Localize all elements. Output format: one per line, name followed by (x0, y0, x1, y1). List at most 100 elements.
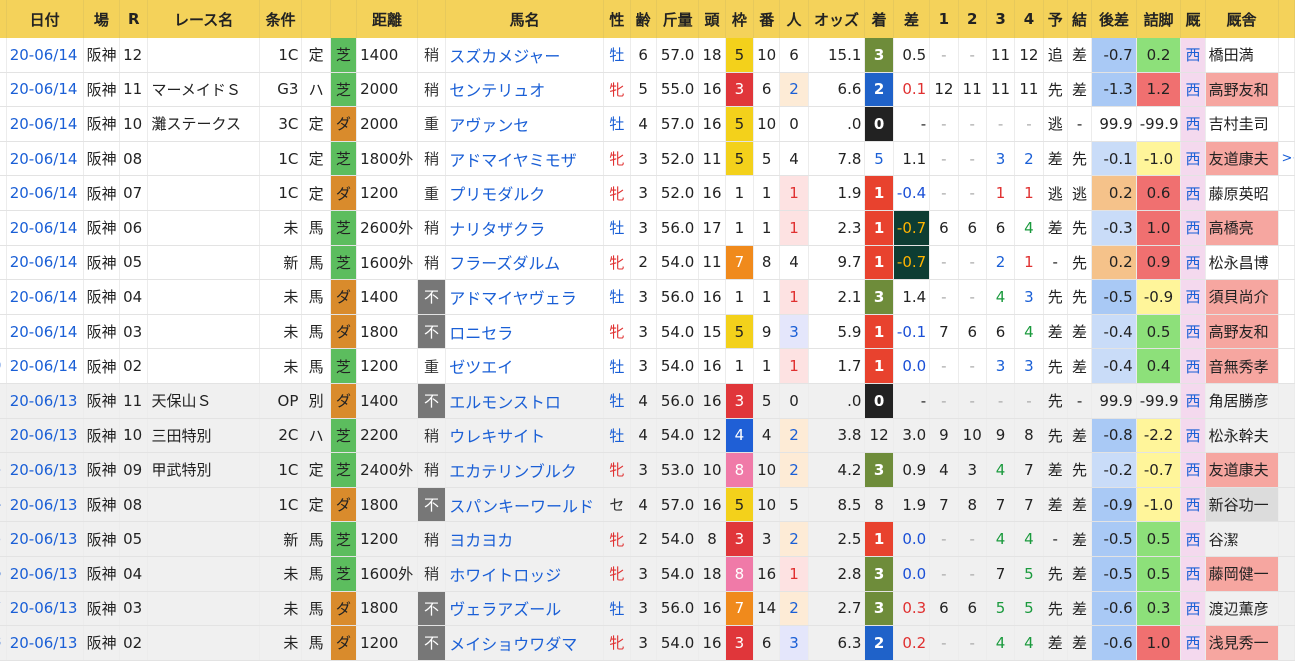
trainer-name[interactable]: 新谷功一 (1205, 487, 1279, 523)
table-row[interactable]: 520-06/13阪神05新馬芝1200稍ヨカヨカ牝254.083322.510… (0, 521, 1295, 557)
trainer-name[interactable]: 高野友和 (1205, 72, 1279, 108)
header-col-distance[interactable]: 距離 (356, 0, 418, 38)
table-row[interactable]: 020-06/14阪神02未馬芝1200重ゼツエイ牡354.0161111.71… (0, 348, 1295, 384)
header-col-finish[interactable]: 詰脚 (1136, 0, 1182, 38)
table-row[interactable]: 220-06/13阪神10三田特別2Cハ芝2200稍ウレキサイト牡454.012… (0, 418, 1295, 454)
race-name[interactable] (147, 38, 260, 73)
horse-name-link[interactable]: エルモンストロ (445, 383, 605, 419)
horse-name-link[interactable]: フラーズダルム (445, 245, 605, 281)
table-row[interactable]: 20-06/14 阪神 07 1C 定ダ 1200 重プリモダルク牝 3 52.0 16 1 1 1 1.… (0, 175, 1295, 211)
race-name[interactable] (147, 210, 260, 246)
horse-name-link[interactable]: スズカメジャー (445, 38, 605, 73)
horse-name-link[interactable]: ゼツエイ (445, 348, 605, 384)
horse-name-link[interactable]: アヴァンセ (445, 106, 605, 142)
header-col-place[interactable]: 着 (864, 0, 894, 38)
table-row[interactable]: 20-06/14 阪神 10 灘ステークス 3C 定ダ 2000 重アヴァンセ牡 4 57.0 16… (0, 106, 1295, 142)
trainer-name[interactable]: 浅見秀一 (1205, 625, 1279, 661)
header-col-corner-2[interactable]: 2 (958, 0, 987, 38)
header-col-popularity[interactable]: 人 (779, 0, 809, 38)
trainer-name[interactable]: 谷潔 (1205, 521, 1279, 557)
header-col-corner-1[interactable]: 1 (929, 0, 959, 38)
race-date[interactable]: 20-06/13 (6, 556, 84, 592)
table-row[interactable]: 20-06/14 阪神 05 新馬芝 1600外稍フラーズダルム牝 2 54.0 11 7 8 4 9… (0, 245, 1295, 281)
horse-name-link[interactable]: ホワイトロッジ (445, 556, 605, 592)
race-date[interactable]: 20-06/14 (6, 38, 84, 73)
race-name[interactable]: 灘ステークス (147, 106, 260, 142)
trainer-name[interactable]: 友道康夫 (1205, 452, 1279, 488)
header-col-heads[interactable]: 頭 (698, 0, 726, 38)
table-row[interactable]: 20-06/14 阪神 03 未馬ダ 1800 不ロニセラ牝 3 54.0 15 5 9 3 5.9 1-… (0, 314, 1295, 350)
table-row[interactable]: 820-06/13阪神02未馬ダ1200不メイショウワダマ牝354.016363… (0, 625, 1295, 661)
table-row[interactable]: 20-06/14 阪神 06 未馬芝 2600外稍ナリタザクラ牡 3 56.0 17 1 1 1 2.… (0, 210, 1295, 246)
header-col-horse[interactable]: 馬名 (445, 0, 605, 38)
race-name[interactable]: 三田特別 (147, 418, 260, 454)
header-col-prediction[interactable]: 予 (1043, 0, 1068, 38)
header-col-race-no[interactable]: R (119, 0, 149, 38)
table-row[interactable]: 320-06/13阪神09甲武特別1C定芝2400外稍エカテリンブルク牝353.… (0, 452, 1295, 488)
horse-name-link[interactable]: スパンキーワールド (445, 487, 605, 523)
race-date[interactable]: 20-06/14 (6, 72, 84, 108)
header-col-trainer[interactable]: 厩舎 (1205, 0, 1279, 38)
trainer-name[interactable]: 高野友和 (1205, 314, 1279, 350)
header-col-waku[interactable]: 枠 (725, 0, 755, 38)
race-date[interactable]: 20-06/14 (6, 210, 84, 246)
trainer-name[interactable]: 友道康夫 (1205, 141, 1279, 177)
race-date[interactable]: 20-06/13 (6, 625, 84, 661)
header-col-number[interactable]: 番 (753, 0, 781, 38)
trainer-name[interactable]: 藤原英昭 (1205, 175, 1279, 211)
table-row[interactable]: 620-06/13阪神04未馬芝1600外稍ホワイトロッジ牝354.018816… (0, 556, 1295, 592)
table-row[interactable]: 720-06/13阪神03未馬ダ1800不ヴェラアズール牡356.0167142… (0, 591, 1295, 627)
horse-name-link[interactable]: アドマイヤミモザ (445, 141, 605, 177)
table-row[interactable]: 20-06/14 阪神 08 1C 定芝 1800外稍アドマイヤミモザ牝 3 52.0 11 5 5… (0, 141, 1295, 177)
header-col-condition[interactable] (417, 0, 447, 38)
race-date[interactable]: 20-06/14 (6, 245, 84, 281)
trainer-name[interactable]: 渡辺薫彦 (1205, 591, 1279, 627)
race-name[interactable] (147, 245, 260, 281)
race-date[interactable]: 20-06/13 (6, 383, 84, 419)
trainer-name[interactable]: 橋田満 (1205, 38, 1279, 73)
trainer-name[interactable]: 高橋亮 (1205, 210, 1279, 246)
trainer-name[interactable]: 角居勝彦 (1205, 383, 1279, 419)
race-date[interactable]: 20-06/13 (6, 591, 84, 627)
header-col-venue[interactable]: 場 (83, 0, 121, 38)
header-col-odds[interactable]: オッズ (808, 0, 866, 38)
horse-name-link[interactable]: プリモダルク (445, 175, 605, 211)
header-col-weight[interactable]: 斤量 (656, 0, 700, 38)
header-col-surface[interactable] (330, 0, 358, 38)
trainer-name[interactable]: 松永昌博 (1205, 245, 1279, 281)
race-date[interactable]: 20-06/13 (6, 452, 84, 488)
horse-name-link[interactable]: センテリュオ (445, 72, 605, 108)
race-date[interactable]: 20-06/14 (6, 175, 84, 211)
race-name[interactable] (147, 521, 260, 557)
table-row[interactable]: 20-06/14 阪神 12 1C 定芝 1400 稍スズカメジャー牡 6 57.0 18 5 10 6… (0, 38, 1295, 73)
race-date[interactable]: 20-06/13 (6, 487, 84, 523)
header-col-diff[interactable]: 差 (893, 0, 931, 38)
horse-name-link[interactable]: アドマイヤヴェラ (445, 279, 605, 315)
trainer-name[interactable]: 吉村圭司 (1205, 106, 1279, 142)
trainer-name[interactable]: 須貝尚介 (1205, 279, 1279, 315)
table-row[interactable]: 20-06/13 阪神 11 天保山Ｓ OP 別ダ 1400 不エルモンストロ牡 4 56.0 16… (0, 383, 1295, 419)
horse-name-link[interactable]: ヨカヨカ (445, 521, 605, 557)
trainer-name[interactable]: 音無秀孝 (1205, 348, 1279, 384)
race-name[interactable] (147, 141, 260, 177)
trainer-name[interactable]: 藤岡健一 (1205, 556, 1279, 592)
horse-name-link[interactable]: エカテリンブルク (445, 452, 605, 488)
race-date[interactable]: 20-06/13 (6, 521, 84, 557)
header-col-age[interactable]: 齢 (630, 0, 657, 38)
race-name[interactable] (147, 175, 260, 211)
race-name[interactable] (147, 591, 260, 627)
race-date[interactable]: 20-06/13 (6, 418, 84, 454)
header-col-date[interactable]: 日付 (6, 0, 84, 38)
table-row[interactable]: 20-06/14 阪神 04 未馬ダ 1400 不アドマイヤヴェラ牡 3 56.0 16 1 1 1 2… (0, 279, 1295, 315)
race-date[interactable]: 20-06/14 (6, 314, 84, 350)
race-name[interactable] (147, 348, 260, 384)
trainer-name[interactable]: 松永幹夫 (1205, 418, 1279, 454)
header-col-class[interactable]: 条件 (259, 0, 303, 38)
header-col-sex[interactable]: 性 (603, 0, 631, 38)
header-col-back-diff[interactable]: 後差 (1091, 0, 1137, 38)
header-col-corner-3[interactable]: 3 (986, 0, 1016, 38)
header-col-kind[interactable] (301, 0, 331, 38)
race-name[interactable]: 天保山Ｓ (147, 383, 260, 419)
race-name[interactable] (147, 487, 260, 523)
horse-name-link[interactable]: ナリタザクラ (445, 210, 605, 246)
